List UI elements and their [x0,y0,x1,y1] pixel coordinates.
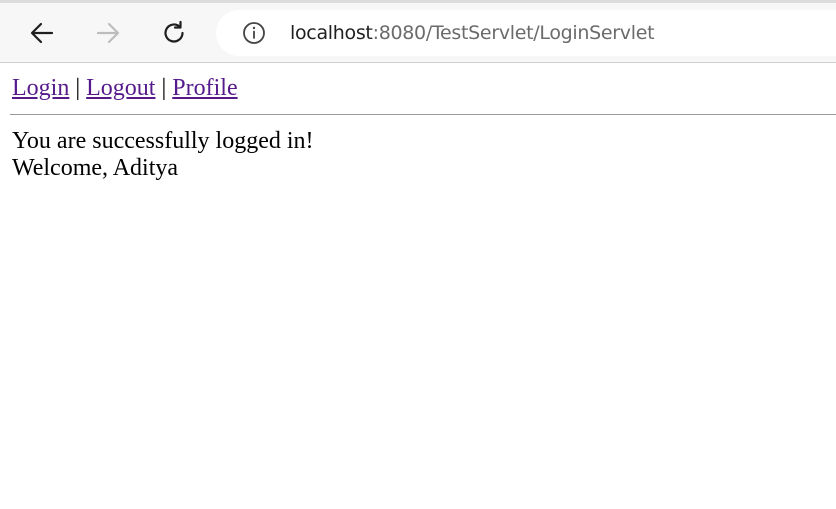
success-message: You are successfully logged in! [12,128,314,154]
welcome-message: Welcome, Aditya [12,155,179,181]
logout-link[interactable]: Logout [86,75,155,101]
reload-button[interactable] [156,15,192,51]
url-host: localhost [290,22,373,44]
address-bar[interactable]: localhost:8080/TestServlet/LoginServlet [216,10,836,56]
info-icon[interactable] [242,21,266,45]
forward-button[interactable] [90,15,126,51]
url-path: :8080/TestServlet/LoginServlet [372,22,655,44]
arrow-right-icon [96,22,120,44]
back-button[interactable] [24,15,60,51]
site-nav: Login | Logout | Profile [12,74,238,102]
url-text[interactable]: localhost:8080/TestServlet/LoginServlet [290,22,655,44]
nav-separator: | [69,75,87,101]
login-link[interactable]: Login [12,75,69,101]
reload-icon [164,20,184,43]
browser-toolbar: localhost:8080/TestServlet/LoginServlet [0,0,836,63]
nav-separator: | [155,75,173,101]
horizontal-rule [10,114,836,115]
profile-link[interactable]: Profile [172,75,237,101]
arrow-left-icon [30,22,54,44]
